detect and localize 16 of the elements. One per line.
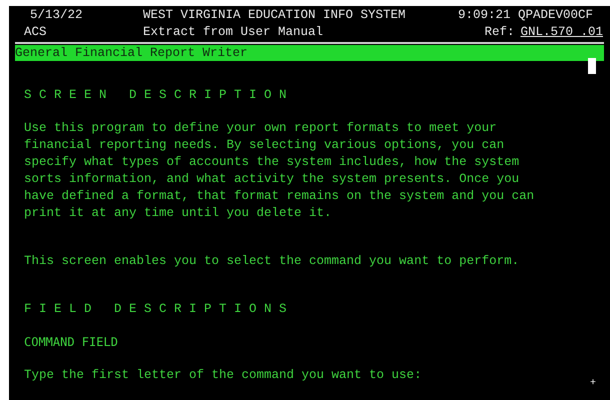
description-text: Type the first letter of the command you want to use: (24, 367, 422, 384)
app-code: ACS (24, 24, 48, 41)
ref-label: Ref: (484, 24, 514, 41)
date-text: 5/13/22 (30, 7, 84, 24)
time-device-text: 9:09:21 QPADEV00CF (458, 7, 594, 24)
section-heading: F I E L D D E S C R I P T I O N S (24, 301, 288, 318)
title-bar: General Financial Report Writer (15, 45, 604, 61)
section-heading: S C R E E N D E S C R I P T I O N (24, 87, 288, 104)
more-indicator: + (590, 377, 596, 391)
field-label: COMMAND FIELD (24, 334, 119, 351)
description-text: This screen enables you to select the command you want to perform. (24, 253, 520, 270)
subtitle-text: Extract from User Manual (143, 24, 324, 41)
cursor-block (588, 58, 596, 74)
description-text: Use this program to define your own report formats to meet your financial reporting needs. By selecting various options, you can specify what types of accounts the system includes, how the system sorts information, and what activity the system presents. Once you have defined a format, that format remains on the system and you can print it at any time until you delete it. (24, 120, 534, 222)
system-title: WEST VIRGINIA EDUCATION INFO SYSTEM (143, 7, 407, 24)
ref-value: GNL.570 .01 (520, 24, 603, 41)
